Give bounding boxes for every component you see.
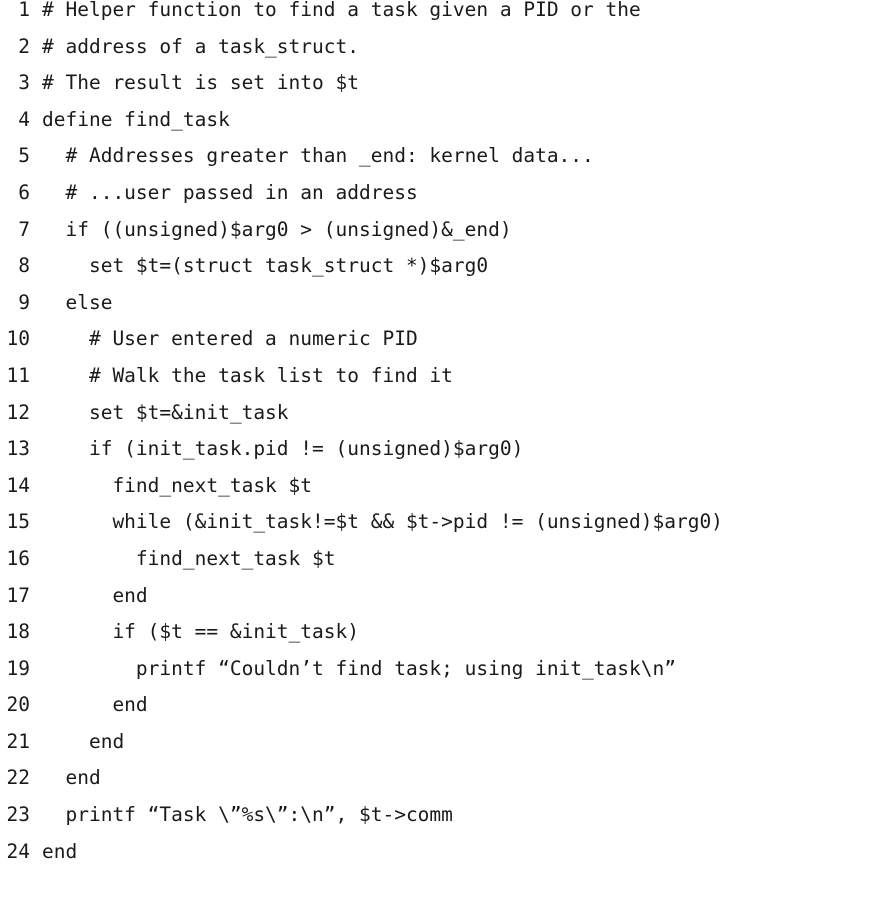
code-line: 20 end [0, 695, 886, 732]
line-code: end [42, 729, 125, 753]
line-code: # User entered a numeric PID [42, 327, 418, 351]
line-number: 5 [18, 144, 30, 168]
code-line: 21 end [0, 729, 886, 769]
line-number: 10 [6, 327, 30, 351]
code-line: 14 find_next_task $t [0, 473, 886, 513]
line-code: # ...user passed in an address [42, 180, 418, 204]
code-line: 16 find_next_task $t [0, 546, 886, 586]
line-code: find_next_task $t [42, 546, 336, 570]
line-number: 16 [6, 546, 30, 570]
line-code: end [42, 839, 78, 863]
code-line: 13 if (init_task.pid != (unsigned)$arg0) [0, 439, 886, 476]
code-line: 11 # Walk the task list to find it [0, 363, 886, 403]
code-line: 19 printf “Couldn’t find task; using ini… [0, 656, 886, 696]
code-line: 22 end [0, 768, 886, 805]
line-code: find_next_task $t [42, 473, 313, 497]
code-line: 12 set $t=&init_task [0, 400, 886, 440]
line-number: 15 [6, 510, 30, 534]
line-number: 20 [6, 693, 30, 717]
line-number: 19 [6, 656, 30, 680]
line-code: end [42, 766, 101, 790]
code-line: 8 set $t=(struct task_struct *)$arg0 [0, 256, 886, 293]
code-line: 18 if ($t == &init_task) [0, 622, 886, 659]
code-line: 3 # The result is set into $t [0, 73, 886, 110]
code-line: 10 # User entered a numeric PID [0, 329, 886, 366]
code-listing: 1 # Helper function to find a task given… [0, 0, 886, 863]
line-code: if ($t == &init_task) [42, 620, 359, 644]
line-code: end [42, 583, 148, 607]
code-line: 4 define find_task [0, 107, 886, 147]
code-line: 9 else [0, 290, 886, 330]
line-code: # Addresses greater than _end: kernel da… [42, 144, 594, 168]
line-number: 6 [18, 180, 30, 204]
line-number: 13 [6, 437, 30, 461]
line-number: 9 [18, 290, 30, 314]
code-line: 1 # Helper function to find a task given… [0, 0, 886, 37]
line-code: define find_task [42, 107, 230, 131]
line-code: set $t=&init_task [42, 400, 289, 424]
line-number: 18 [6, 620, 30, 644]
line-code: printf “Task \”%s\”:\n”, $t->comm [42, 803, 453, 827]
line-number: 7 [18, 217, 30, 241]
line-code: end [42, 693, 148, 717]
line-number: 21 [6, 729, 30, 753]
line-code: # The result is set into $t [42, 71, 359, 95]
line-code: if ((unsigned)$arg0 > (unsigned)&_end) [42, 217, 512, 241]
code-line: 17 end [0, 583, 886, 623]
line-code: # Walk the task list to find it [42, 363, 453, 387]
code-line: 15 while (&init_task!=$t && $t->pid != (… [0, 512, 886, 549]
line-code: else [42, 290, 113, 314]
code-line: 23 printf “Task \”%s\”:\n”, $t->comm [0, 805, 886, 842]
line-number: 1 [18, 0, 30, 21]
line-number: 11 [6, 363, 30, 387]
line-number: 17 [6, 583, 30, 607]
line-code: # Helper function to find a task given a… [42, 0, 641, 21]
line-number: 23 [6, 803, 30, 827]
line-number: 4 [18, 107, 30, 131]
line-code: while (&init_task!=$t && $t->pid != (uns… [42, 510, 723, 534]
line-code: # address of a task_struct. [42, 34, 359, 58]
line-code: if (init_task.pid != (unsigned)$arg0) [42, 437, 524, 461]
line-number: 24 [6, 839, 30, 863]
line-code: set $t=(struct task_struct *)$arg0 [42, 254, 489, 278]
line-number: 12 [6, 400, 30, 424]
line-number: 8 [18, 254, 30, 278]
line-number: 3 [18, 71, 30, 95]
line-number: 14 [6, 473, 30, 497]
line-number: 2 [18, 34, 30, 58]
code-line: 2 # address of a task_struct. [0, 34, 886, 74]
line-code: printf “Couldn’t find task; using init_t… [42, 656, 676, 680]
line-number: 22 [6, 766, 30, 790]
code-line: 6 # ...user passed in an address [0, 180, 886, 220]
code-line: 7 if ((unsigned)$arg0 > (unsigned)&_end) [0, 217, 886, 257]
code-line: 5 # Addresses greater than _end: kernel … [0, 146, 886, 183]
